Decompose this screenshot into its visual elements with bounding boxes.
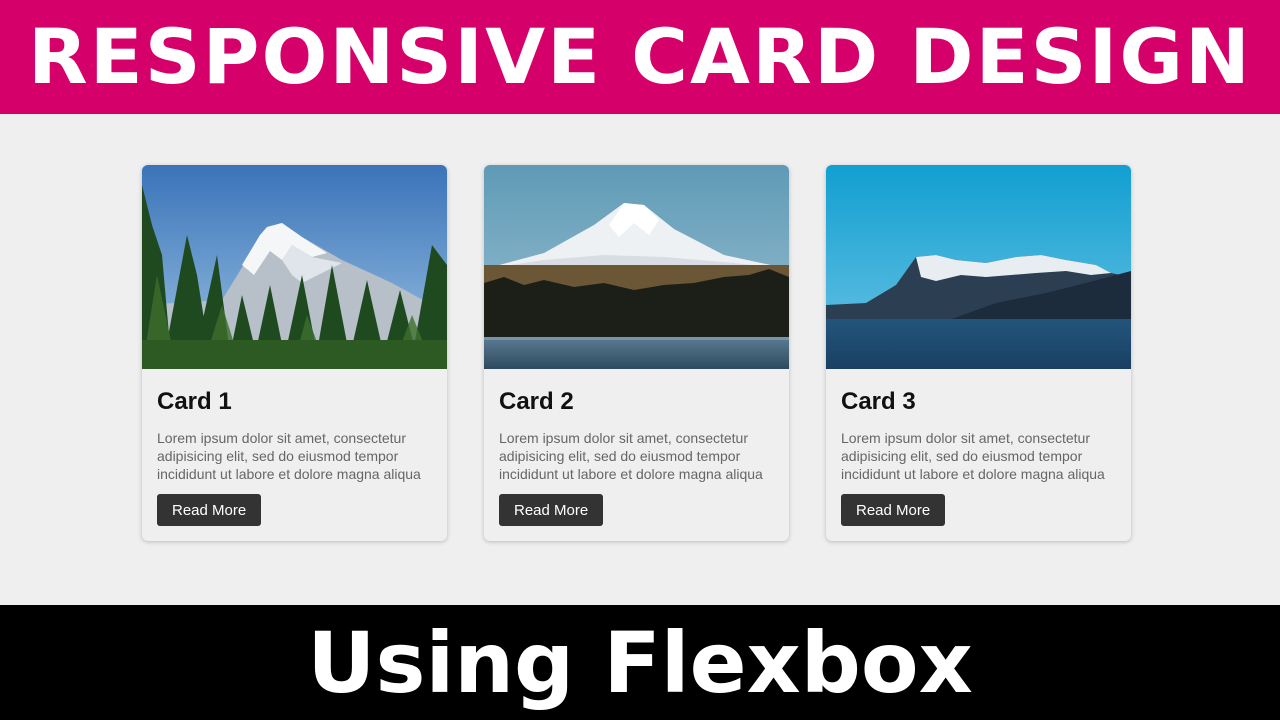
- card: Card 3 Lorem ipsum dolor sit amet, conse…: [826, 165, 1131, 541]
- read-more-button[interactable]: Read More: [157, 494, 262, 526]
- banner-subtitle: Using Flexbox: [307, 613, 973, 712]
- title-banner: RESPONSIVE CARD DESIGN: [0, 0, 1280, 114]
- card-title: Card 2: [499, 388, 574, 415]
- card-description: Lorem ipsum dolor sit amet, consectetur …: [499, 430, 763, 483]
- card-title: Card 1: [157, 388, 232, 415]
- read-more-button[interactable]: Read More: [841, 494, 946, 526]
- mountain-lake-image: [484, 165, 789, 369]
- card-container: Card 1 Lorem ipsum dolor sit amet, conse…: [142, 165, 1133, 541]
- mountain-sea-image: [826, 165, 1131, 369]
- subtitle-banner: Using Flexbox: [0, 605, 1280, 720]
- card: Card 1 Lorem ipsum dolor sit amet, conse…: [142, 165, 447, 541]
- card-description: Lorem ipsum dolor sit amet, consectetur …: [841, 430, 1105, 483]
- card-description: Lorem ipsum dolor sit amet, consectetur …: [157, 430, 421, 483]
- read-more-button[interactable]: Read More: [499, 494, 604, 526]
- banner-title: RESPONSIVE CARD DESIGN: [28, 12, 1252, 101]
- card-title: Card 3: [841, 388, 916, 415]
- card: Card 2 Lorem ipsum dolor sit amet, conse…: [484, 165, 789, 541]
- mountain-forest-image: [142, 165, 447, 369]
